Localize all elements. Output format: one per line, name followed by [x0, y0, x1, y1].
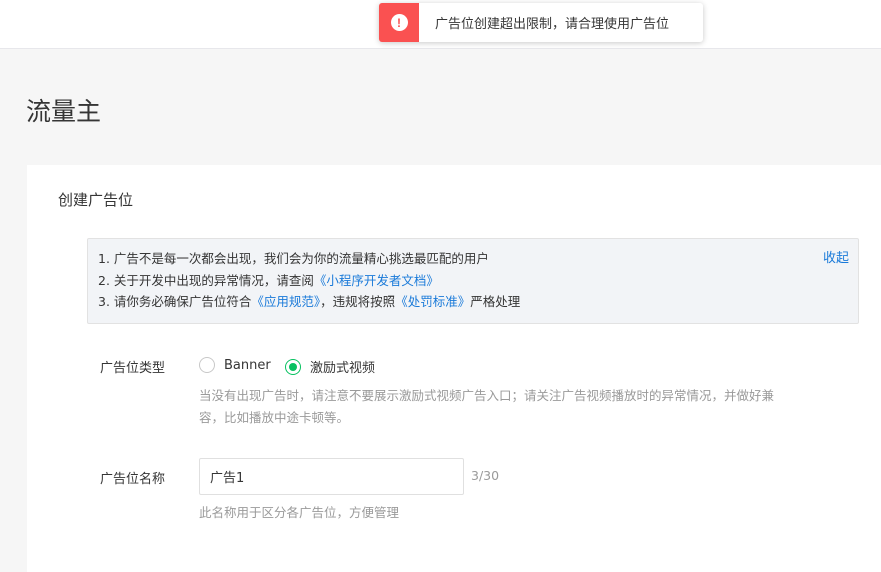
ad-type-label: 广告位类型: [100, 361, 166, 376]
page-title: 流量主: [26, 97, 102, 126]
penalty-rules-link[interactable]: 《处罚标准》: [395, 294, 470, 309]
ad-name-label: 广告位名称: [100, 472, 166, 487]
notice-line-3-mid: ，违规将按照: [320, 294, 396, 309]
notice-line-3: 3. 请你务必确保广告位符合《应用规范》，违规将按照《处罚标准》严格处理: [98, 291, 848, 313]
section-title: 创建广告位: [58, 191, 134, 209]
radio-banner-circle[interactable]: [199, 357, 215, 373]
collapse-link[interactable]: 收起: [823, 248, 849, 270]
ad-name-input[interactable]: [199, 458, 464, 495]
radio-rewarded-video-label: 激励式视频: [310, 361, 376, 376]
error-toast: ! 广告位创建超出限制，请合理使用广告位: [379, 3, 703, 42]
toast-message: 广告位创建超出限制，请合理使用广告位: [435, 17, 670, 32]
notice-line-1: 1. 广告不是每一次都会出现，我们会为你的流量精心挑选最匹配的用户: [98, 248, 848, 270]
dev-docs-link[interactable]: 《小程序开发者文档》: [314, 273, 439, 288]
notice-line-3-suffix: 严格处理: [470, 294, 521, 309]
ad-type-hint: 当没有出现广告时，请注意不要展示激励式视频广告入口；请关注广告视频播放时的异常情…: [199, 385, 859, 429]
radio-rewarded-video-circle[interactable]: [285, 358, 301, 375]
radio-rewarded-video[interactable]: 激励式视频: [285, 357, 375, 376]
ad-type-hint-line-1: 当没有出现广告时，请注意不要展示激励式视频广告入口；请关注广告视频播放时的异常情…: [199, 388, 775, 403]
notice-line-1-text: 1. 广告不是每一次都会出现，我们会为你的流量精心挑选最匹配的用户: [98, 251, 489, 266]
app-rules-link[interactable]: 《应用规范》: [251, 294, 320, 309]
notice-line-2-text: 2. 关于开发中出现的异常情况，请查阅: [98, 272, 314, 288]
create-ad-panel: 创建广告位 1. 广告不是每一次都会出现，我们会为你的流量精心挑选最匹配的用户 …: [27, 165, 881, 572]
ad-name-hint: 此名称用于区分各广告位，方便管理: [199, 505, 400, 520]
char-counter: 3/30: [471, 468, 500, 483]
exclamation-icon: !: [390, 14, 408, 31]
ad-type-hint-line-2: 容，比如播放中途卡顿等。: [199, 410, 350, 425]
radio-banner-label: Banner: [224, 357, 271, 373]
notice-line-3-prefix: 3. 请你务必确保广告位符合: [98, 294, 252, 309]
radio-banner[interactable]: Banner: [199, 357, 271, 373]
toast-icon-box: !: [379, 3, 419, 42]
notice-box: 1. 广告不是每一次都会出现，我们会为你的流量精心挑选最匹配的用户 2. 关于开…: [87, 238, 859, 324]
notice-line-2: 2. 关于开发中出现的异常情况，请查阅《小程序开发者文档》: [98, 270, 848, 292]
